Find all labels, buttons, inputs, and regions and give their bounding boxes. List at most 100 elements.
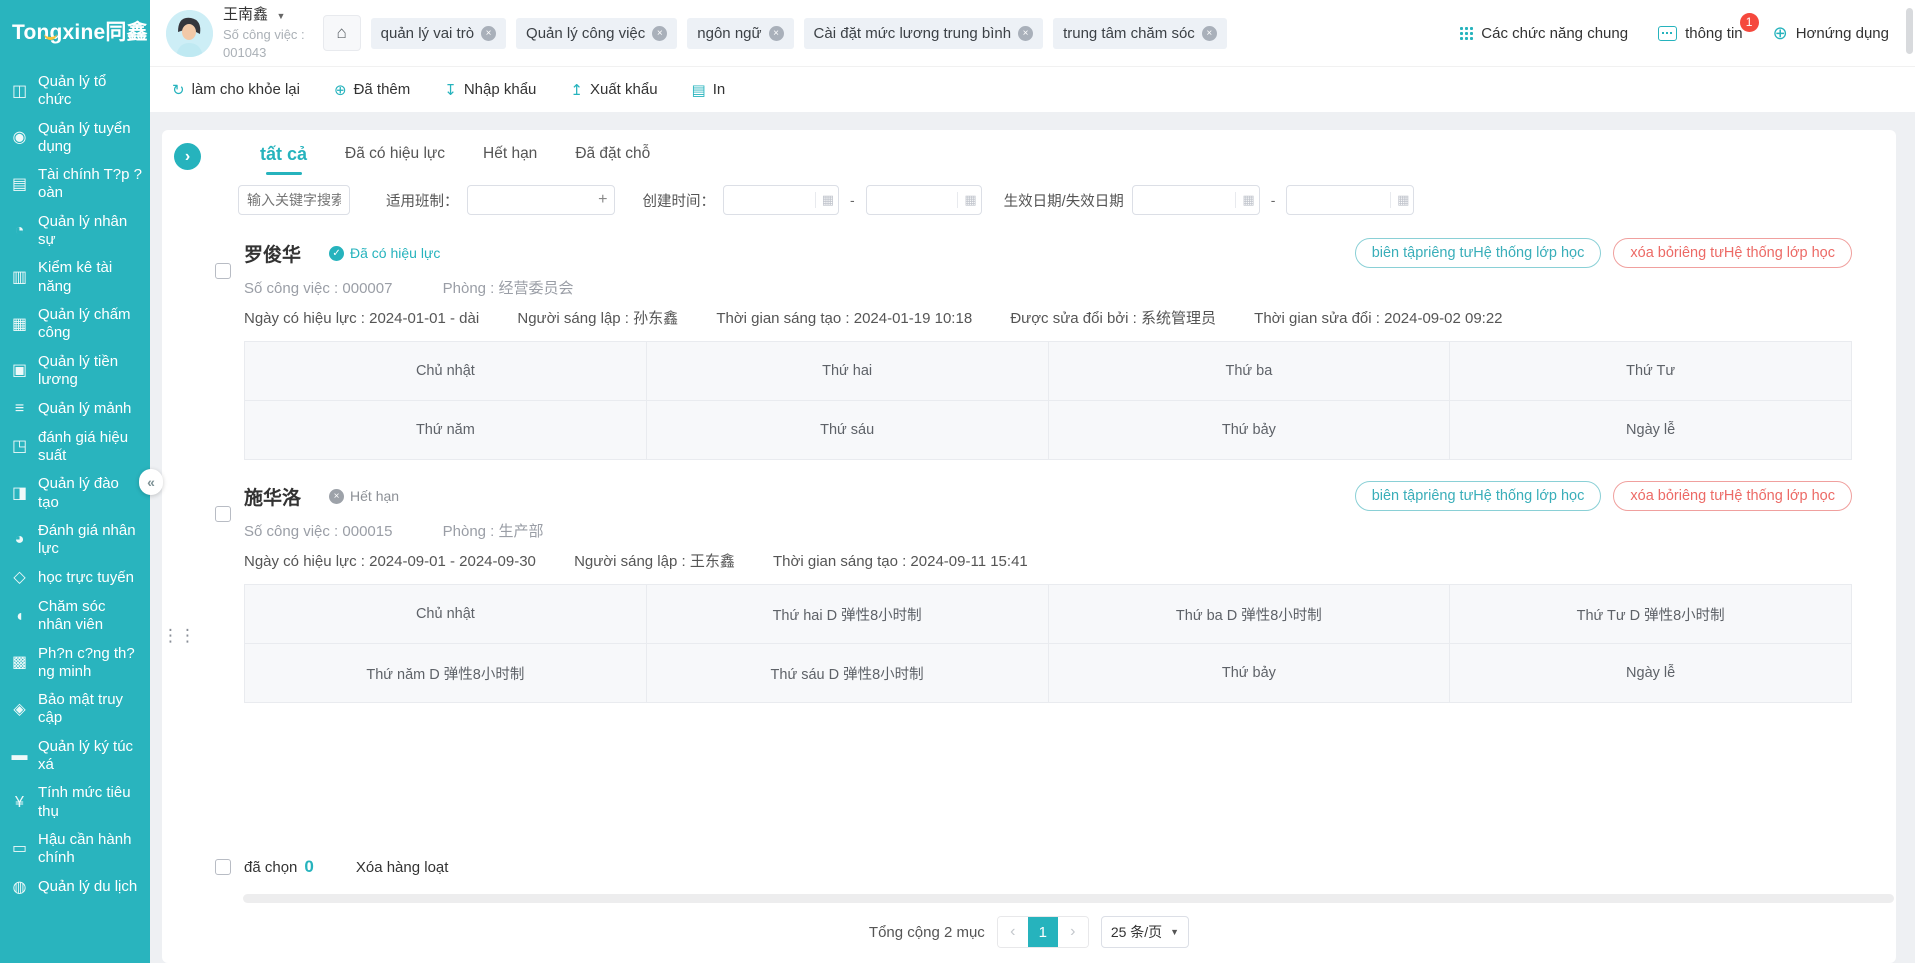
- close-icon[interactable]: ×: [481, 26, 496, 41]
- import-button[interactable]: ↧ Nhập khẩu: [444, 81, 536, 99]
- effective-date-from: ▦: [1132, 185, 1260, 215]
- chart-icon: ◳: [10, 437, 29, 457]
- edit-button[interactable]: biên tậpriêng tưHệ thống lớp học: [1355, 481, 1602, 511]
- prev-page-button[interactable]: ‹: [998, 917, 1028, 947]
- more-apps-button[interactable]: ⊕ Hơnứng dụng: [1773, 24, 1889, 42]
- sidebar-item-access-security[interactable]: ◈Bảo mật truy cập: [0, 686, 150, 733]
- record-checkbox[interactable]: [215, 263, 231, 279]
- week-cell[interactable]: Thứ ba D 弹性8小时制: [1048, 585, 1450, 644]
- week-cell[interactable]: Thứ Tư D 弹性8小时制: [1450, 585, 1852, 644]
- delete-button[interactable]: xóa bỏriêng tưHệ thống lớp học: [1613, 238, 1852, 268]
- horizontal-scrollbar[interactable]: [243, 894, 1894, 903]
- vertical-scrollbar-thumb[interactable]: [1906, 8, 1913, 54]
- effective-date-from-input[interactable]: [1132, 185, 1260, 215]
- sidebar-item-recruitment[interactable]: ◉Quản lý tuyển dụng: [0, 115, 150, 162]
- sidebar-item-hr[interactable]: ◔Quản lý nhân sự: [0, 208, 150, 255]
- week-cell[interactable]: Ngày lễ: [1450, 401, 1852, 460]
- breadcrumb-tag-care-center[interactable]: trung tâm chăm sóc ×: [1053, 18, 1227, 49]
- week-cell[interactable]: Thứ hai: [646, 342, 1048, 401]
- week-cell[interactable]: Thứ năm: [245, 401, 647, 460]
- tab-valid[interactable]: Đã có hiệu lực: [345, 145, 445, 175]
- sidebar-item-manpower-evaluation[interactable]: ◕Đánh giá nhân lực: [0, 517, 150, 564]
- printer-icon: ▤: [692, 81, 706, 99]
- export-button[interactable]: ↥ Xuất khẩu: [570, 81, 657, 99]
- tag-label: ngôn ngữ: [697, 25, 761, 42]
- next-page-button[interactable]: ›: [1058, 917, 1088, 947]
- week-cell[interactable]: Thứ bảy: [1048, 644, 1450, 703]
- check-circle-icon: ✓: [329, 246, 344, 261]
- sidebar-item-piecework[interactable]: ≡Quản lý mảnh: [0, 394, 150, 424]
- breadcrumb-tag-average-salary[interactable]: Cài đặt mức lương trung bình ×: [804, 18, 1044, 49]
- week-cell[interactable]: Chủ nhật: [245, 585, 647, 644]
- sidebar-item-attendance[interactable]: ▦Quản lý chấm công: [0, 301, 150, 348]
- week-cell[interactable]: Thứ hai D 弹性8小时制: [646, 585, 1048, 644]
- week-cell[interactable]: Thứ ba: [1048, 342, 1450, 401]
- drag-handle-icon[interactable]: ⋮⋮⋮: [162, 631, 196, 640]
- tab-all[interactable]: tất cả: [260, 144, 307, 175]
- book-icon: ◨: [10, 484, 29, 504]
- week-cell[interactable]: Thứ bảy: [1048, 401, 1450, 460]
- breadcrumb-tag-role-management[interactable]: quản lý vai trò ×: [371, 18, 506, 49]
- sidebar-item-consumption[interactable]: ¥Tính mức tiêu thụ: [0, 779, 150, 826]
- week-cell[interactable]: Thứ Tư: [1450, 342, 1852, 401]
- avatar[interactable]: [166, 10, 213, 57]
- filter-bar: 适用班制： + 创建时间： ▦ - ▦ 生效日期/失效日期: [162, 175, 1896, 227]
- edit-button[interactable]: biên tậpriêng tưHệ thống lớp học: [1355, 238, 1602, 268]
- shift-filter: +: [467, 185, 615, 215]
- avatar-image: [166, 10, 213, 57]
- week-cell[interactable]: Thứ sáu: [646, 401, 1048, 460]
- sidebar-item-label: Tài chính T?p ?oàn: [38, 166, 142, 203]
- effective-date-to-input[interactable]: [1286, 185, 1414, 215]
- week-cell[interactable]: Thứ năm D 弹性8小时制: [245, 644, 647, 703]
- expand-panel-button[interactable]: ›: [174, 143, 201, 170]
- sidebar-item-performance[interactable]: ◳đánh giá hiệu suất: [0, 424, 150, 471]
- sidebar-item-elearning[interactable]: ◇học trực tuyến: [0, 563, 150, 593]
- user-menu[interactable]: 王南鑫 ▼ Số công việc : 001043: [223, 5, 305, 60]
- sidebar-item-organization[interactable]: ◫Quản lý tổ chức: [0, 68, 150, 115]
- record-checkbox[interactable]: [215, 506, 231, 522]
- sidebar-item-employee-care[interactable]: ◖Chăm sóc nhân viên: [0, 593, 150, 640]
- page-size-select[interactable]: 25 条/页 ▼: [1101, 916, 1189, 948]
- common-functions-button[interactable]: Các chức năng chung: [1460, 25, 1628, 42]
- export-icon: ↥: [570, 81, 583, 99]
- week-cell[interactable]: Thứ sáu D 弹性8小时制: [646, 644, 1048, 703]
- tab-expired[interactable]: Hết hạn: [483, 145, 537, 175]
- created-date-to-input[interactable]: [866, 185, 982, 215]
- close-icon[interactable]: ×: [769, 26, 784, 41]
- breadcrumb-tag-job-management[interactable]: Quản lý công việc ×: [516, 18, 677, 49]
- sidebar-item-finance[interactable]: ▤Tài chính T?p ?oàn: [0, 161, 150, 208]
- record-subinfo: Số công việc : 000007 Phòng : 经营委员会: [244, 277, 1852, 298]
- close-icon[interactable]: ×: [1202, 26, 1217, 41]
- created-date-from-input[interactable]: [723, 185, 839, 215]
- week-schedule-table: Chủ nhật Thứ hai D 弹性8小时制 Thứ ba D 弹性8小时…: [244, 584, 1852, 703]
- breadcrumb-tag-language[interactable]: ngôn ngữ ×: [687, 18, 793, 49]
- sidebar-item-talent-inventory[interactable]: ▥Kiểm kê tài năng: [0, 254, 150, 301]
- search-input[interactable]: [238, 185, 350, 215]
- sidebar-item-smart-hardware[interactable]: ▩Ph?n c?ng th?ng minh: [0, 640, 150, 687]
- sidebar-collapse-button[interactable]: «: [139, 469, 163, 495]
- money-icon: ▣: [10, 361, 29, 381]
- sidebar-item-dormitory[interactable]: ▬Quản lý ký túc xá: [0, 733, 150, 780]
- sidebar-item-payroll[interactable]: ▣Quản lý tiền lương: [0, 348, 150, 395]
- status-label: Hết hạn: [350, 488, 399, 504]
- add-button[interactable]: ⊕ Đã thêm: [334, 81, 410, 99]
- current-page-button[interactable]: 1: [1028, 917, 1058, 947]
- sidebar-item-admin-logistics[interactable]: ▭Hậu cần hành chính: [0, 826, 150, 873]
- recruitment-icon: ◉: [10, 128, 29, 148]
- close-icon[interactable]: ×: [652, 26, 667, 41]
- print-button[interactable]: ▤ In: [692, 81, 726, 99]
- tab-reserved[interactable]: Đã đặt chỗ: [575, 145, 650, 175]
- week-cell[interactable]: Chủ nhật: [245, 342, 647, 401]
- delete-button[interactable]: xóa bỏriêng tưHệ thống lớp học: [1613, 481, 1852, 511]
- week-cell[interactable]: Ngày lễ: [1450, 644, 1852, 703]
- home-button[interactable]: ⌂: [323, 15, 361, 51]
- record-header: 罗俊华 ✓ Đã có hiệu lực biên tậpriêng tưHệ …: [244, 237, 1852, 269]
- sidebar-item-travel[interactable]: ◍Quản lý du lịch: [0, 873, 150, 903]
- select-all-checkbox[interactable]: [215, 859, 231, 875]
- sidebar-item-training[interactable]: ◨Quản lý đào tạo: [0, 470, 150, 517]
- refresh-button[interactable]: ↻ làm cho khỏe lại: [172, 81, 300, 99]
- bulk-delete-button[interactable]: Xóa hàng loạt: [356, 859, 449, 876]
- close-icon[interactable]: ×: [1018, 26, 1033, 41]
- messages-button[interactable]: thông tin 1: [1658, 25, 1743, 42]
- shift-select-input[interactable]: [467, 185, 615, 215]
